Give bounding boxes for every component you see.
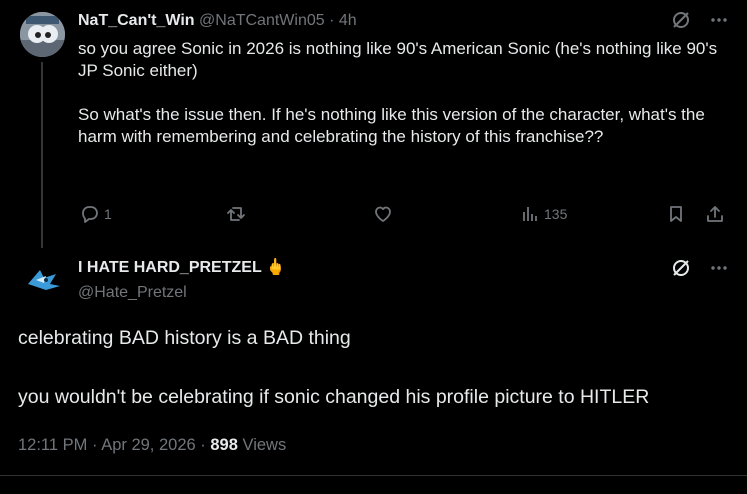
grok-icon[interactable]	[671, 258, 691, 283]
views-label: Views	[242, 436, 287, 454]
user-handle[interactable]: @NaTCantWin05	[199, 12, 325, 29]
main-tweet-top-icons	[671, 258, 729, 283]
tweet-paragraph: celebrating BAD history is a BAD thing	[18, 327, 351, 349]
views-count: 898	[210, 436, 238, 454]
separator: ·	[200, 436, 206, 454]
display-name[interactable]: I HATE HARD_PRETZEL	[78, 259, 261, 276]
bookmark-button[interactable]	[666, 202, 686, 226]
tweet-paragraph: So what's the issue then. If he's nothin…	[78, 105, 705, 146]
user-handle[interactable]: @Hate_Pretzel	[78, 283, 187, 303]
separator: ·	[329, 12, 335, 29]
main-tweet-text: celebrating BAD history is a BAD thing y…	[18, 326, 738, 409]
views-button[interactable]: 135	[520, 202, 567, 226]
name-emoji: 🖕	[265, 259, 286, 276]
reply-button[interactable]: 1	[80, 202, 112, 226]
divider	[0, 475, 747, 476]
share-icon	[707, 206, 723, 222]
thread-connector-line	[41, 62, 43, 248]
tweet-time[interactable]: 12:11 PM	[18, 436, 87, 454]
reply-tweet-header: NaT_Can't_Win @NaTCantWin05 · 4h	[78, 11, 357, 31]
reply-icon	[82, 206, 98, 223]
tweet-metadata: 12:11 PM · Apr 29, 2026 · 898 Views	[18, 434, 286, 456]
reply-tweet-text: so you agree Sonic in 2026 is nothing li…	[78, 38, 718, 148]
bookmark-icon	[670, 206, 682, 222]
avatar[interactable]	[20, 12, 65, 57]
like-icon	[375, 206, 391, 222]
views-icon	[523, 207, 537, 221]
tweet-paragraph: you wouldn't be celebrating if sonic cha…	[18, 386, 650, 408]
separator: ·	[92, 436, 98, 454]
tweet-date[interactable]: Apr 29, 2026	[101, 436, 196, 454]
retweet-button[interactable]	[226, 202, 246, 226]
reply-count: 1	[104, 206, 112, 222]
more-icon[interactable]	[709, 258, 729, 283]
timestamp[interactable]: 4h	[339, 12, 357, 29]
tweet-paragraph: so you agree Sonic in 2026 is nothing li…	[78, 39, 718, 80]
like-button[interactable]	[373, 202, 393, 226]
main-tweet-author[interactable]: I HATE HARD_PRETZEL 🖕	[78, 258, 286, 278]
display-name[interactable]: NaT_Can't_Win	[78, 12, 195, 29]
reply-tweet-top-icons	[671, 10, 729, 35]
views-count: 135	[544, 206, 568, 222]
grok-icon[interactable]	[671, 10, 691, 35]
share-button[interactable]	[705, 202, 725, 226]
retweet-icon	[227, 207, 245, 221]
more-icon[interactable]	[709, 10, 729, 35]
avatar[interactable]	[20, 256, 65, 301]
